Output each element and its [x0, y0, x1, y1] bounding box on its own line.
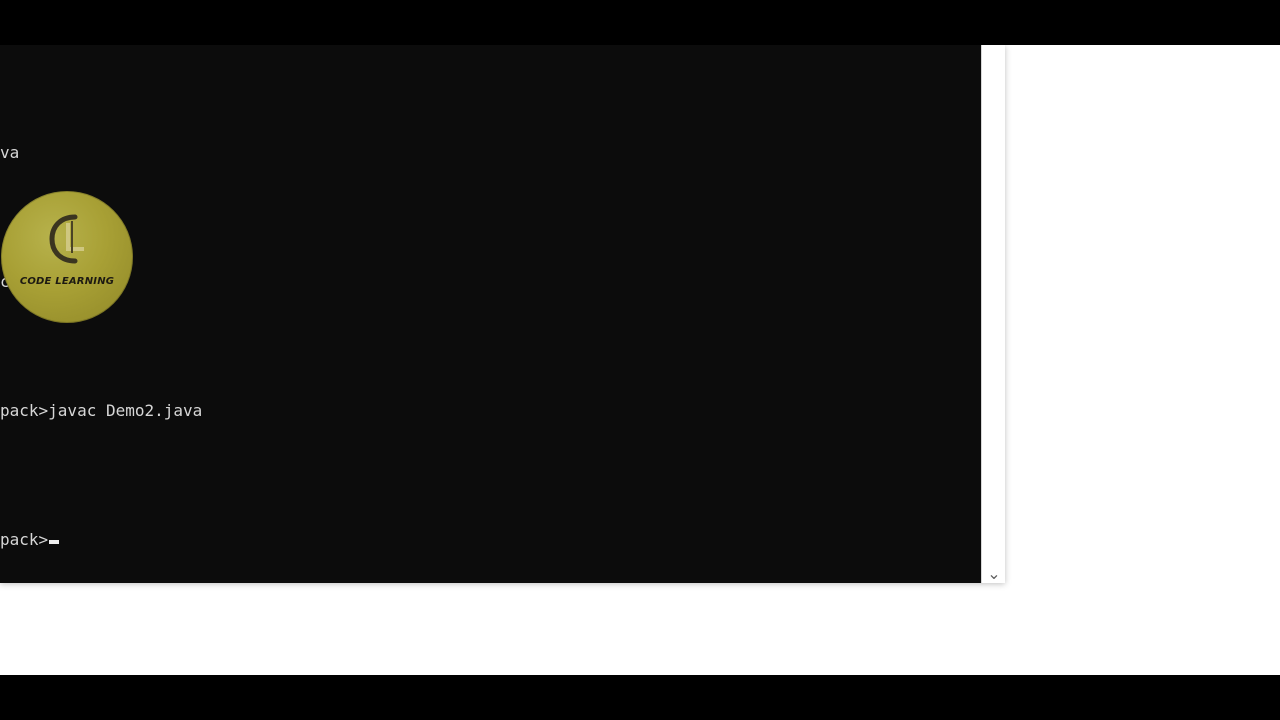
cl-logo-icon [49, 214, 84, 264]
console-line-1: va [0, 143, 20, 162]
scroll-down-button[interactable]: ⌄ [982, 563, 1005, 583]
command-prompt-window[interactable]: va cd pack pack>javac Demo2.java pack> ⌄ [0, 45, 1005, 583]
console-output[interactable]: va cd pack pack>javac Demo2.java pack> [0, 45, 980, 583]
console-line-3: pack>javac Demo2.java [0, 401, 203, 420]
text-cursor [49, 540, 60, 544]
top-letterbox [0, 0, 1280, 45]
chevron-down-icon: ⌄ [987, 563, 1001, 583]
console-prompt: pack> [0, 530, 49, 549]
bottom-letterbox [0, 675, 1280, 720]
logo-text: CODE LEARNING [19, 276, 115, 287]
video-frame: va cd pack pack>javac Demo2.java pack> ⌄… [0, 0, 1280, 720]
console-line-4: pack> [0, 518, 980, 561]
vertical-scrollbar[interactable]: ⌄ [981, 45, 1005, 583]
code-learning-logo: CODE LEARNING [1, 191, 133, 323]
console-line-2: cd pack [0, 260, 980, 303]
